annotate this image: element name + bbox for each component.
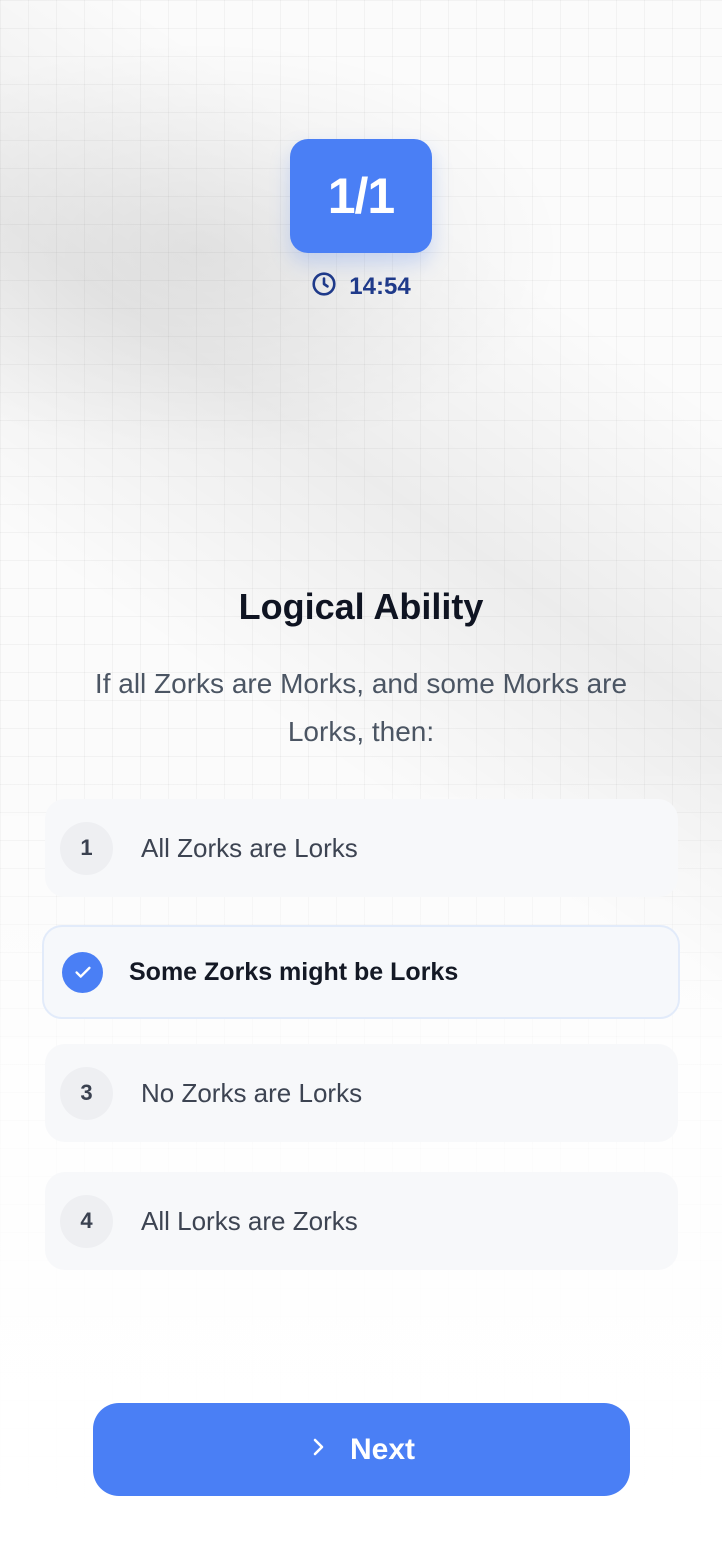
option-1[interactable]: 1 All Zorks are Lorks	[45, 799, 678, 897]
question-counter-text: 1/1	[327, 168, 396, 224]
timer: 14:54	[0, 270, 722, 304]
option-label: Some Zorks might be Lorks	[129, 957, 459, 986]
question-category-title: Logical Ability	[238, 586, 484, 627]
option-4[interactable]: 4 All Lorks are Zorks	[45, 1172, 678, 1270]
next-button[interactable]: Next	[93, 1403, 630, 1496]
checkmark-icon	[62, 951, 103, 993]
option-number: 4	[60, 1194, 113, 1248]
option-3[interactable]: 3 No Zorks are Lorks	[45, 1044, 678, 1142]
clock-icon	[311, 271, 337, 304]
timer-value: 14:54	[349, 273, 411, 300]
chevron-right-icon	[308, 1433, 328, 1467]
option-number: 1	[60, 821, 113, 875]
option-label: All Lorks are Zorks	[141, 1205, 358, 1236]
option-2-selected[interactable]: Some Zorks might be Lorks	[42, 925, 680, 1019]
option-label: No Zorks are Lorks	[141, 1077, 363, 1108]
question-text: If all Zorks are Morks, and some Morks a…	[94, 668, 628, 747]
option-number: 3	[60, 1066, 113, 1120]
next-button-label: Next	[349, 1432, 416, 1466]
question-counter: 1/1	[290, 139, 432, 253]
option-label: All Zorks are Lorks	[141, 832, 358, 863]
